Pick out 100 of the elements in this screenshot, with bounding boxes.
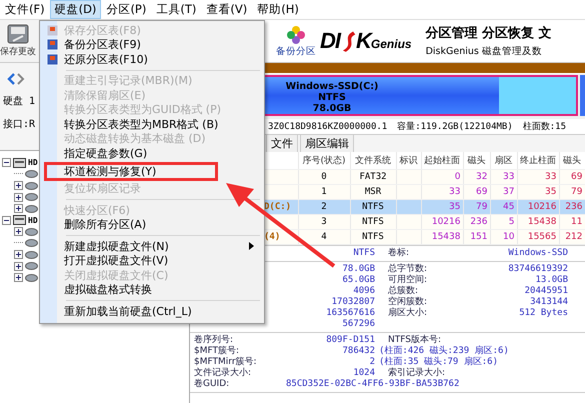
detail-label: $MFTMirr簇号: <box>194 357 257 367</box>
partition-icon[interactable] <box>25 228 38 236</box>
detail-label: NTFS版本号: <box>388 335 441 345</box>
expand-toggle-icon[interactable] <box>14 262 23 271</box>
column-header[interactable]: 扇区 <box>490 152 517 170</box>
menu-bar-item[interactable]: 工具(T) <box>151 0 202 19</box>
disk-serial: 3Z0C18D9816KZ0000000.1 <box>268 122 388 132</box>
menu-item[interactable]: 备份分区表(F9) <box>40 38 264 52</box>
app-logo: DI KGenius <box>320 28 412 54</box>
table-cell: 11 <box>571 217 582 227</box>
expand-toggle-icon[interactable] <box>14 192 23 202</box>
menu-bar-item[interactable]: 帮助(H) <box>252 0 304 19</box>
collapse-toggle-icon[interactable] <box>2 158 11 168</box>
table-cell: 15438 <box>432 232 460 242</box>
detail-value: 85CD352E-02BC-4FF6-93BF-BA53B762 <box>286 379 460 390</box>
partition-fs: NTFS <box>318 92 346 103</box>
detail-value: 2 <box>370 357 375 367</box>
detail-value: 78.0GB <box>342 264 375 274</box>
menu-item[interactable]: 坏道检测与修复(Y) <box>44 162 218 180</box>
table-cell: MSR <box>364 187 382 197</box>
menu-item[interactable]: 虚拟磁盘格式转换 <box>40 282 264 297</box>
column-header[interactable]: 磁头 <box>559 152 585 170</box>
table-cell: 33 <box>545 172 556 182</box>
partition-icon[interactable] <box>25 262 38 270</box>
column-header[interactable]: 文件系统 <box>350 152 396 170</box>
save-changes-button[interactable]: 保存更改 <box>0 22 36 60</box>
detail-value: 20445951 <box>524 286 568 296</box>
column-header[interactable]: 标识 <box>396 152 421 170</box>
detail-value: NTFS <box>353 248 375 258</box>
subheadline: DiskGenius 磁盘管理及数 <box>426 45 543 58</box>
table-cell: 33 <box>449 187 460 197</box>
table-cell: 212 <box>565 232 582 242</box>
table-cell: 69 <box>571 172 582 182</box>
menu-item[interactable]: 打开虚拟硬盘文件(V) <box>40 254 264 268</box>
menu-item[interactable]: 指定硬盘参数(G) <box>40 146 264 160</box>
detail-value: 1024 <box>353 368 375 378</box>
expand-toggle-icon[interactable] <box>14 181 23 190</box>
table-cell: 10 <box>503 232 514 242</box>
column-header[interactable]: 起始柱面 <box>421 152 463 170</box>
menu-item[interactable]: 新建虚拟硬盘文件(N) <box>40 239 264 254</box>
detail-value: Windows-SSD <box>508 248 568 258</box>
disk-tree-item[interactable]: HD <box>28 216 38 225</box>
table-cell: 4 <box>321 232 327 242</box>
menu-bar-item[interactable]: 硬盘(D) <box>50 0 102 19</box>
table-cell: 33 <box>503 172 514 182</box>
partition-icon[interactable] <box>25 193 38 202</box>
table-cell: 236 <box>565 202 582 212</box>
menu-item[interactable]: 还原分区表(F10) <box>40 52 264 66</box>
detail-value: 13.0GB <box>535 275 568 285</box>
table-cell: NTFS <box>362 202 384 212</box>
menu-bar-item[interactable]: 文件(F) <box>0 0 50 19</box>
table-cell: 236 <box>470 217 488 227</box>
table-cell: NTFS <box>362 232 384 242</box>
partition-icon[interactable] <box>25 239 38 248</box>
table-cell: FAT32 <box>359 172 387 182</box>
disk-save-icon <box>7 24 29 44</box>
expand-toggle-icon[interactable] <box>14 227 23 236</box>
disk-tree-item[interactable]: HD <box>28 158 38 168</box>
partition-icon[interactable] <box>25 204 38 213</box>
table-cell: NTFS <box>362 217 384 227</box>
menu-item[interactable]: 删除所有分区(A) <box>40 218 264 232</box>
detail-note: (柱面:426 磁头:239 扇区:6) <box>378 346 509 356</box>
table-cell: 45 <box>503 202 514 212</box>
expand-toggle-icon[interactable] <box>14 204 23 214</box>
tab[interactable]: 文件 <box>266 134 298 152</box>
column-header[interactable]: 序号(状态) <box>298 152 350 170</box>
partition-icon[interactable] <box>25 274 38 282</box>
collapse-toggle-icon[interactable] <box>2 216 11 225</box>
menu-bar-item[interactable]: 查看(V) <box>201 0 252 19</box>
menu-bar-item[interactable]: 分区(P) <box>101 0 152 19</box>
detail-label: 空闲簇数: <box>388 297 428 307</box>
partition-name-cell[interactable]: (4) <box>264 232 280 242</box>
headline: 分区管理 分区恢复 文 <box>426 24 552 42</box>
detail-value: 786432 <box>342 346 375 356</box>
detail-label: 索引记录大小: <box>388 368 446 378</box>
table-cell: 79 <box>571 187 582 197</box>
disk-label: 硬盘 1 <box>3 95 36 108</box>
partition-icon[interactable] <box>25 250 38 259</box>
detail-label: 扇区大小: <box>388 308 428 318</box>
detail-label: 总簇数: <box>388 286 418 296</box>
backup-partition-button[interactable]: 备份分区 <box>276 24 316 58</box>
detail-label: 卷标: <box>388 248 410 258</box>
table-cell: 10216 <box>528 202 556 212</box>
partition-name: Windows-SSD(C:) <box>286 81 378 92</box>
partition-icon[interactable] <box>25 170 38 178</box>
column-header[interactable]: 磁头 <box>463 152 490 170</box>
column-header[interactable]: 终止柱面 <box>517 152 559 170</box>
menu-item[interactable]: 重新加载当前硬盘(Ctrl_L) <box>40 304 264 318</box>
detail-value: 83746619392 <box>508 264 568 274</box>
detail-note: (柱面:35 磁头:79 扇区:6) <box>378 357 498 368</box>
partition-size: 78.0GB <box>312 103 352 114</box>
expand-toggle-icon[interactable] <box>14 250 23 260</box>
detail-label: 卷GUID: <box>194 379 230 389</box>
navigation-arrows-icon[interactable] <box>7 73 25 85</box>
partition-icon[interactable] <box>25 182 38 190</box>
expand-toggle-icon[interactable] <box>14 273 23 282</box>
menu-item[interactable]: 转换分区表类型为MBR格式 (B) <box>40 117 264 132</box>
detail-value: 163567616 <box>326 308 375 318</box>
table-cell: 5 <box>508 217 514 227</box>
tab[interactable]: 扇区编辑 <box>300 134 354 152</box>
